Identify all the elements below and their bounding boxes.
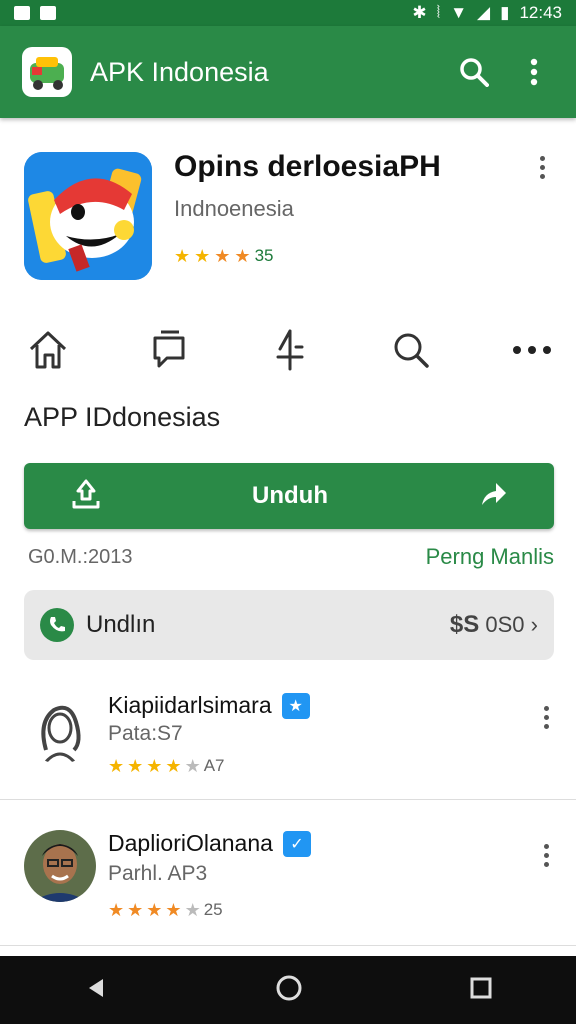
review-score: 25	[203, 900, 223, 919]
section-title: APP IDdonesias	[24, 402, 221, 432]
back-icon[interactable]	[83, 975, 109, 1006]
price-currency: $S	[449, 611, 480, 638]
forward-icon	[478, 479, 508, 514]
reviewer-name: DaplioriOlanana ✓	[108, 830, 311, 857]
app-bar-title: APK Indonesia	[90, 56, 269, 87]
download-icon	[70, 477, 102, 516]
review-more-icon[interactable]	[542, 706, 550, 729]
system-nav-bar	[0, 956, 576, 1024]
reviewer-name-text: Kiapiidarlsimara	[108, 692, 272, 718]
price-row[interactable]: Undlın $S 0S0 ›	[24, 590, 554, 660]
clock: 12:43	[519, 3, 562, 22]
avatar	[24, 692, 96, 764]
reviewer-name: Kiapiidarlsimara ★	[108, 692, 310, 719]
avatar	[24, 830, 96, 902]
recents-icon[interactable]	[469, 976, 493, 1005]
price-amount: 0S0	[485, 612, 525, 637]
share-icon[interactable]	[262, 322, 318, 378]
reviewer-name-text: DaplioriOlanana	[108, 830, 273, 856]
star-icon: ★	[108, 900, 125, 920]
review-score: A7	[203, 756, 225, 775]
camera-notification-icon	[40, 6, 56, 20]
app-icon[interactable]	[24, 152, 152, 280]
star-icon: ★	[127, 756, 144, 776]
star-empty-icon: ★	[184, 900, 201, 920]
app-name: Opins derloesiaPH	[174, 150, 441, 183]
review-item[interactable]: Kiapiidarlsimara ★ Pata:S7 ★ ★ ★ ★ ★ A7	[0, 670, 576, 800]
chat-icon[interactable]	[141, 322, 197, 378]
home-icon[interactable]	[20, 322, 76, 378]
app-rating: ★ ★ ★ ★ 35	[174, 246, 273, 266]
price-label: Undlın	[86, 611, 156, 638]
download-button[interactable]: Unduh	[24, 463, 554, 529]
star-icon: ★	[234, 246, 251, 266]
wifi-icon: ▼	[450, 3, 468, 22]
chevron-right-icon: ›	[530, 612, 538, 637]
search-icon[interactable]	[383, 322, 439, 378]
star-empty-icon: ★	[184, 756, 201, 776]
verified-badge-icon: ✓	[282, 830, 311, 857]
app-header: Opins derloesiaPH Indnoenesia ★ ★ ★ ★ 35	[24, 150, 564, 290]
star-icon: ★	[174, 246, 191, 266]
home-nav-icon[interactable]	[275, 974, 303, 1007]
review-subtitle: Pata:S7	[108, 722, 183, 745]
battery-icon: ▮	[500, 3, 510, 22]
review-rating: ★ ★ ★ ★ ★ A7	[108, 756, 225, 776]
more-vert-icon[interactable]	[514, 52, 554, 92]
review-more-icon[interactable]	[542, 844, 550, 867]
review-item[interactable]: DaplioriOlanana ✓ Parhl. AP3 ★ ★ ★ ★ ★ 2…	[0, 800, 576, 946]
bluetooth-icon: ✱	[412, 3, 427, 22]
star-icon: ★	[146, 756, 163, 776]
app-meta-link[interactable]: Perng Manlis	[426, 544, 554, 570]
star-icon: ★	[127, 900, 144, 920]
phone-icon	[40, 608, 74, 642]
status-bar: ✱ ⦚ ▼ ◢ ▮ 12:43	[0, 0, 576, 26]
app-logo	[22, 47, 72, 97]
star-icon: ★	[165, 756, 182, 776]
app-bar: APK Indonesia	[0, 26, 576, 118]
vibrate-icon: ⦚	[436, 3, 441, 22]
rating-count: 35	[254, 246, 274, 265]
app-more-icon[interactable]	[538, 156, 546, 179]
search-icon[interactable]	[454, 52, 494, 92]
star-icon: ★	[214, 246, 231, 266]
star-icon: ★	[108, 756, 125, 776]
signal-icon: ◢	[477, 3, 491, 22]
notification-icon	[14, 6, 30, 20]
action-row	[20, 320, 560, 380]
star-icon: ★	[165, 900, 182, 920]
star-icon: ★	[146, 900, 163, 920]
app-developer[interactable]: Indnoenesia	[174, 196, 294, 222]
verified-badge-icon: ★	[281, 692, 310, 719]
price-value: $S 0S0 ›	[450, 611, 538, 639]
review-rating: ★ ★ ★ ★ ★ 25	[108, 900, 223, 920]
app-meta-date: G0.M.:2013	[28, 546, 133, 568]
star-icon: ★	[194, 246, 211, 266]
review-subtitle: Parhl. AP3	[108, 862, 208, 885]
download-label: Unduh	[252, 482, 328, 509]
more-horiz-icon[interactable]	[504, 322, 560, 378]
